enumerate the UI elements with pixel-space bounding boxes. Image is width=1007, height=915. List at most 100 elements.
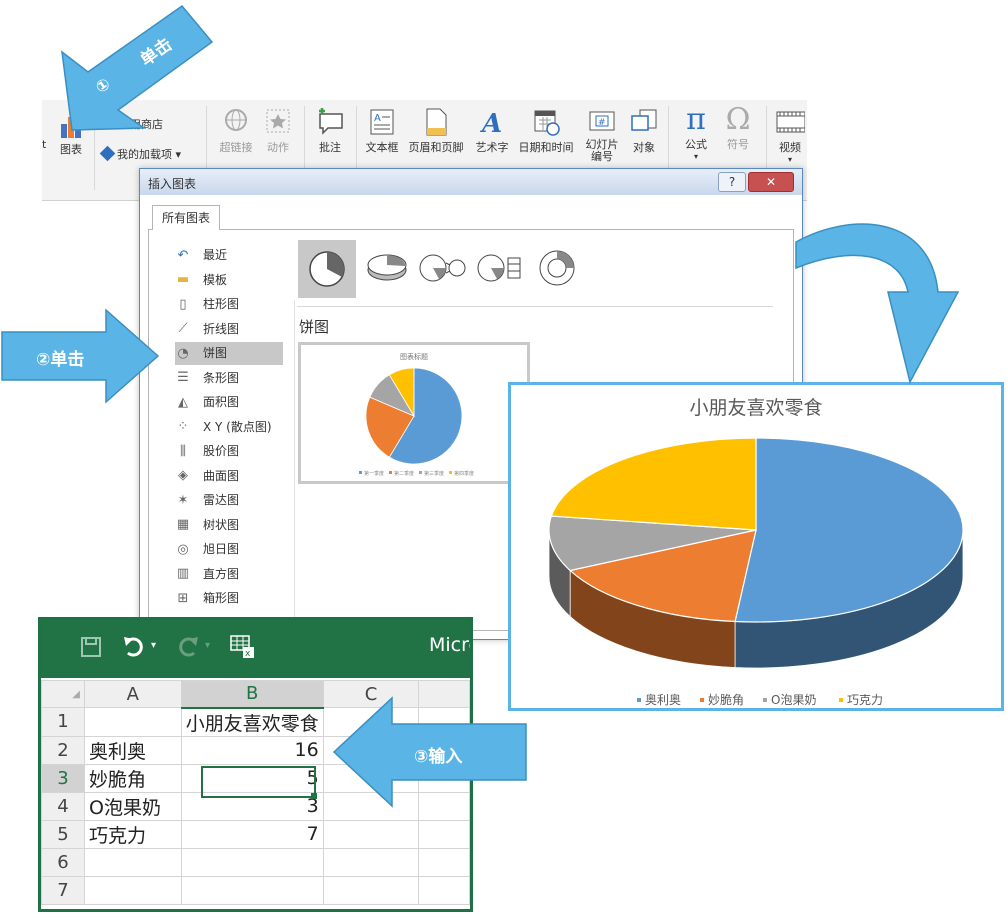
chart-category-boxplot-chart[interactable]: ⊞ 箱形图: [175, 587, 283, 610]
column-header-a[interactable]: A: [83, 680, 182, 708]
cell-d7[interactable]: [418, 875, 470, 905]
category-label: 最近: [203, 248, 228, 262]
row-header[interactable]: 4: [41, 791, 85, 821]
header-footer-button[interactable]: 页眉和页脚: [404, 108, 468, 155]
chart-category-column-chart[interactable]: ▯ 柱形图: [175, 293, 283, 316]
cell-a7[interactable]: [83, 875, 182, 905]
cell-b7[interactable]: [180, 875, 324, 905]
cell-d5[interactable]: [418, 819, 470, 849]
object-button[interactable]: 对象: [626, 108, 662, 155]
chart-category-sunburst-chart[interactable]: ◎ 旭日图: [175, 538, 283, 561]
treemap-chart-icon: ▦: [176, 517, 190, 532]
chart-category-pie-chart[interactable]: ◔ 饼图: [175, 342, 283, 365]
undo-dropdown-icon[interactable]: ▾: [151, 640, 156, 651]
doughnut-icon: [539, 250, 575, 286]
cell-d6[interactable]: [418, 847, 470, 877]
line-chart-icon: ⟋: [178, 321, 188, 336]
chart-category-area-chart[interactable]: ◭ 面积图: [175, 391, 283, 414]
pie-3d-subtype[interactable]: [363, 244, 411, 296]
pie-subtype-selected[interactable]: [298, 240, 356, 298]
cell-a4[interactable]: O泡果奶: [83, 791, 182, 821]
my-addins-button[interactable]: 我的加载项 ▾: [99, 145, 181, 162]
chart-category-surface-chart[interactable]: ◈ 曲面图: [175, 465, 283, 488]
cell-b5[interactable]: 7: [180, 819, 324, 849]
cell-c5[interactable]: [322, 819, 420, 849]
dialog-titlebar[interactable]: 插入图表 ? ✕: [140, 169, 802, 195]
wordart-button[interactable]: A 艺术字: [472, 108, 512, 155]
bar-of-pie-subtype[interactable]: [475, 244, 527, 296]
row-header[interactable]: 5: [41, 819, 85, 849]
stock-chart-icon: ⫼: [180, 443, 186, 459]
cell-a6[interactable]: [83, 847, 182, 877]
svg-text:x: x: [245, 649, 251, 659]
fill-handle[interactable]: [311, 793, 317, 799]
row-header[interactable]: 7: [41, 875, 85, 905]
undo-icon[interactable]: [121, 633, 147, 659]
boxplot-chart-icon: ⊞: [177, 590, 189, 606]
close-button[interactable]: ✕: [748, 172, 794, 192]
chart-category-folder[interactable]: ▬ 模板: [175, 269, 283, 292]
pie-icon: [309, 251, 345, 287]
preview-legend-label: 第三季度: [424, 470, 444, 477]
pie-preview-thumbnail[interactable]: 图表标题 第一季度 第二季度 第三季度 第四季度: [298, 342, 530, 484]
video-button[interactable]: 视频 ▾: [772, 108, 808, 164]
chart-category-stock-chart[interactable]: ⫼ 股价图: [175, 440, 283, 463]
equation-button[interactable]: π 公式 ▾: [676, 102, 716, 162]
symbol-button[interactable]: Ω 符号: [718, 104, 758, 152]
chart-category-histogram-chart[interactable]: ▥ 直方图: [175, 563, 283, 586]
save-icon[interactable]: [79, 635, 103, 659]
cell-a1[interactable]: [83, 707, 182, 737]
cell-a2[interactable]: 奥利奥: [83, 735, 182, 765]
legend-label: 巧克力: [847, 693, 883, 707]
chart-category-recent[interactable]: ↶ 最近: [175, 244, 283, 267]
row-header[interactable]: 3: [41, 763, 85, 793]
category-label: 雷达图: [203, 493, 240, 507]
chart-category-line-chart[interactable]: ⟋ 折线图: [175, 318, 283, 341]
cell-a3[interactable]: 妙脆角: [83, 763, 182, 793]
cell-b2[interactable]: 16: [180, 735, 324, 765]
chart-category-bar-chart[interactable]: ☰ 条形图: [175, 367, 283, 390]
hyperlink-button[interactable]: 超链接: [216, 108, 256, 155]
active-cell-b3[interactable]: [201, 766, 316, 798]
chart-category-treemap-chart[interactable]: ▦ 树状图: [175, 514, 283, 537]
row-header[interactable]: 1: [41, 707, 85, 737]
doughnut-subtype[interactable]: [533, 244, 581, 296]
redo-dropdown-icon[interactable]: ▾: [205, 640, 210, 651]
excel-titlebar: ▾ ▾ x Micro: [41, 620, 470, 678]
cell-c7[interactable]: [322, 875, 420, 905]
preview-legend-swatch: [359, 471, 362, 474]
row-header[interactable]: 2: [41, 735, 85, 765]
cell-c6[interactable]: [322, 847, 420, 877]
table-form-icon[interactable]: x: [229, 633, 257, 661]
cell-b1[interactable]: 小朋友喜欢零食: [180, 707, 324, 737]
scatter-chart-icon: ⁘: [177, 419, 189, 434]
omega-icon: Ω: [725, 102, 751, 137]
slide-number-button[interactable]: # 幻灯片编号: [580, 108, 624, 163]
svg-text:A: A: [374, 113, 381, 124]
table-row: 6: [41, 847, 470, 877]
select-all-corner[interactable]: ◢: [41, 680, 85, 708]
datetime-button[interactable]: 日期和时间: [514, 108, 578, 155]
column-header-b[interactable]: B: [180, 680, 324, 709]
category-label: 柱形图: [203, 297, 240, 311]
pie-of-pie-subtype[interactable]: [417, 244, 469, 296]
legend-swatch: [637, 698, 641, 702]
chart-category-radar-chart[interactable]: ✶ 雷达图: [175, 489, 283, 512]
help-button[interactable]: ?: [718, 172, 746, 192]
preview-title: 图表标题: [400, 352, 428, 361]
tab-all-charts[interactable]: 所有图表: [152, 205, 220, 230]
textbox-icon: A: [370, 109, 394, 135]
chart-category-scatter-chart[interactable]: ⁘ X Y (散点图): [175, 416, 283, 439]
action-button[interactable]: 动作: [261, 108, 295, 155]
pi-icon: π: [686, 102, 706, 137]
cell-b6[interactable]: [180, 847, 324, 877]
row-header[interactable]: 6: [41, 847, 85, 877]
comment-button[interactable]: 批注: [312, 108, 348, 155]
textbox-button[interactable]: A 文本框: [362, 108, 402, 155]
redo-icon[interactable]: [175, 633, 201, 659]
legend-swatch: [700, 698, 704, 702]
pie-3d-icon: [367, 254, 407, 281]
cell-a5[interactable]: 巧克力: [83, 819, 182, 849]
preview-legend-label: 第一季度: [364, 470, 384, 477]
chart-canvas: 小朋友喜欢零食 奥利奥 妙脆角 O泡果奶 巧克力: [548, 397, 964, 707]
